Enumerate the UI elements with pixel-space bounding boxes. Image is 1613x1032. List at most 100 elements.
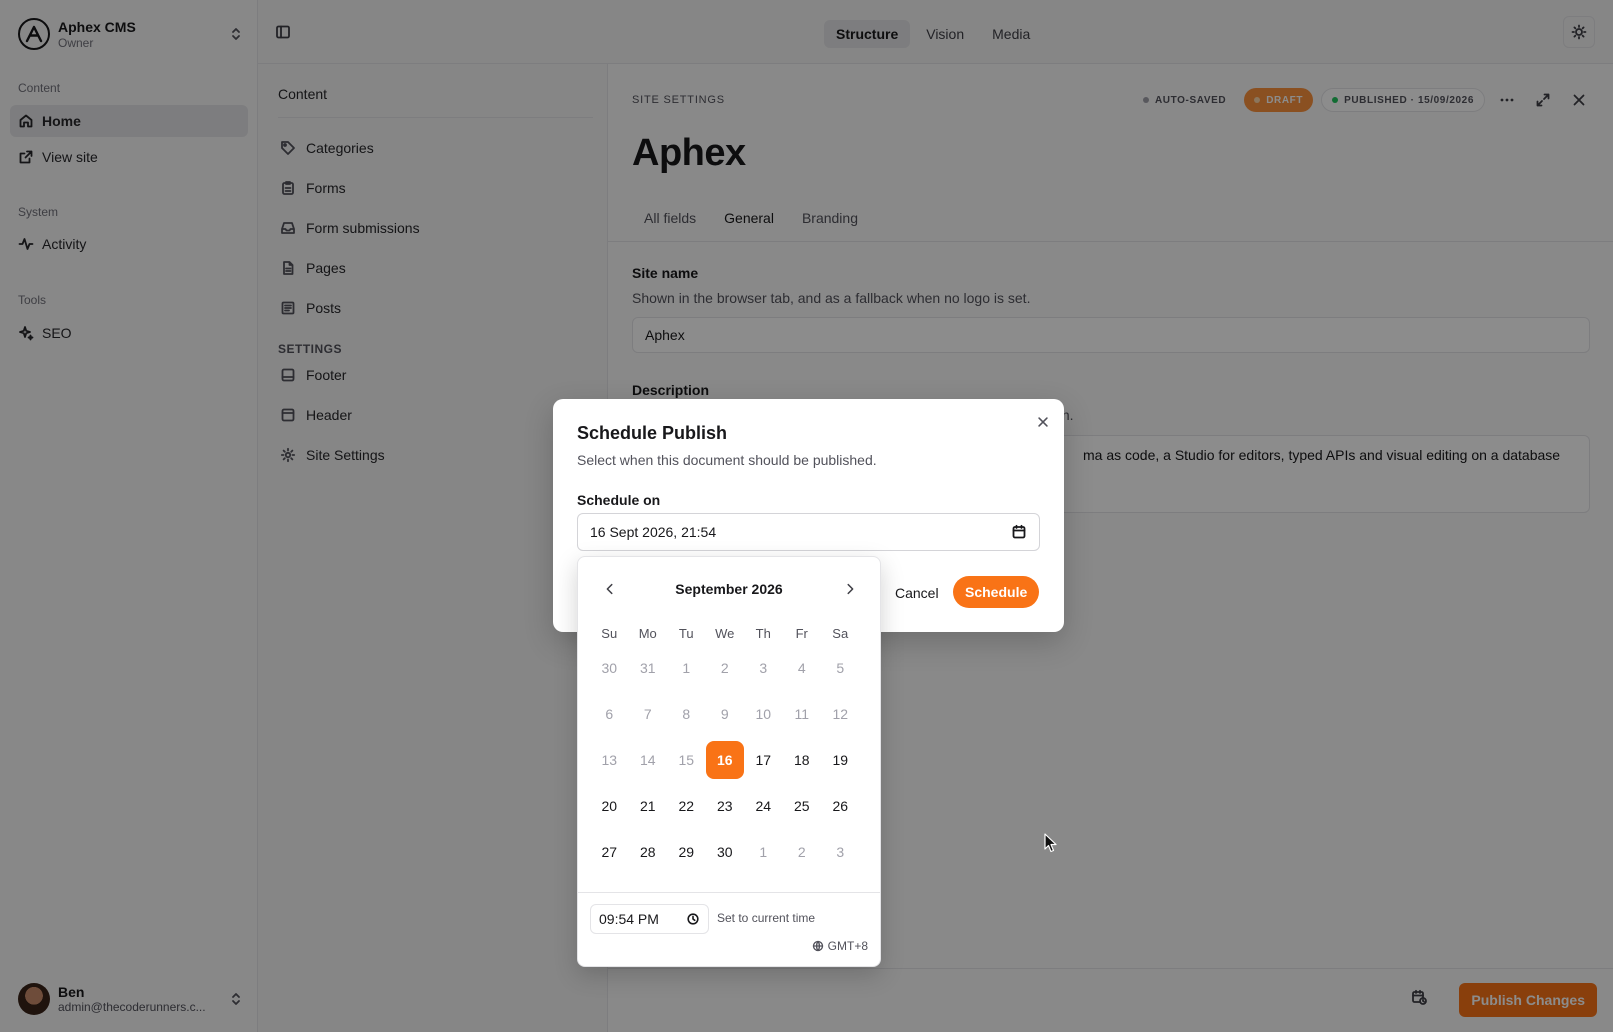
calendar-day: 1	[667, 645, 706, 691]
calendar-grid: Su Mo Tu We Th Fr Sa 30 31 1 2 3 4 5 6 7 8 9 10 11 12 13 14 15 1…	[590, 621, 860, 875]
calendar-day-number: 10	[755, 706, 772, 722]
calendar-day-number: 3	[836, 844, 845, 860]
time-value: 09:54 PM	[599, 911, 659, 927]
calendar-day-number: 1	[682, 660, 691, 676]
dialog-description: Select when this document should be publ…	[577, 452, 877, 468]
calendar-day: 3	[744, 645, 783, 691]
calendar-day-number: 19	[832, 752, 849, 768]
calendar-day-number: 6	[605, 706, 614, 722]
calendar-day[interactable]: 27	[590, 829, 629, 875]
calendar-day-number: 21	[639, 798, 656, 814]
globe-icon	[812, 940, 823, 952]
calendar-day-number: 3	[759, 660, 768, 676]
weekday-header: Th	[755, 625, 771, 641]
weekday-header: Tu	[678, 625, 694, 641]
calendar-day: 12	[821, 691, 860, 737]
weekday-header: Su	[601, 625, 618, 641]
calendar-day[interactable]: 26	[821, 783, 860, 829]
calendar-day-number: 7	[643, 706, 652, 722]
calendar-day[interactable]: 28	[629, 829, 668, 875]
calendar-day[interactable]: 24	[744, 783, 783, 829]
calendar-day-number: 5	[836, 660, 845, 676]
calendar-day-number: 14	[639, 752, 656, 768]
cancel-button[interactable]: Cancel	[885, 577, 949, 609]
calendar-day: 8	[667, 691, 706, 737]
calendar-day-number: 16	[705, 741, 744, 779]
calendar-day: 15	[667, 737, 706, 783]
weekday-header: Mo	[638, 625, 657, 641]
calendar-day-number: 26	[832, 798, 849, 814]
calendar-day[interactable]: 25	[783, 783, 822, 829]
time-input[interactable]: 09:54 PM	[590, 904, 709, 934]
dialog-title: Schedule Publish	[577, 423, 728, 443]
calendar-day: 3	[821, 829, 860, 875]
calendar-day-number: 12	[832, 706, 849, 722]
calendar-day[interactable]: 21	[629, 783, 668, 829]
calendar-day-number: 8	[682, 706, 691, 722]
calendar-day-number: 30	[716, 844, 733, 860]
schedule-datetime-value: 16 Sept 2026, 21:54	[590, 524, 717, 540]
calendar-icon	[1012, 524, 1026, 539]
calendar-day-number: 22	[678, 798, 695, 814]
calendar-day: 5	[821, 645, 860, 691]
calendar-day: 4	[783, 645, 822, 691]
weekday-header: Sa	[832, 625, 849, 641]
calendar-day: 9	[706, 691, 745, 737]
calendar-day: 14	[629, 737, 668, 783]
calendar-day-number: 15	[678, 752, 695, 768]
calendar-day-number: 4	[797, 660, 806, 676]
calendar-day[interactable]: 20	[590, 783, 629, 829]
calendar-day: 11	[783, 691, 822, 737]
divider	[578, 892, 880, 893]
calendar-day-number: 23	[716, 798, 733, 814]
calendar-day-number: 17	[755, 752, 772, 768]
calendar-day-number: 27	[601, 844, 618, 860]
schedule-confirm-button[interactable]: Schedule	[953, 576, 1040, 608]
schedule-datetime-input[interactable]: 16 Sept 2026, 21:54	[577, 513, 1040, 551]
calendar-day-number: 11	[794, 706, 810, 722]
calendar-day-number: 25	[793, 798, 810, 814]
schedule-on-label: Schedule on	[577, 492, 661, 508]
set-current-time-button[interactable]: Set to current time	[717, 911, 815, 925]
calendar-day[interactable]: 30	[706, 829, 745, 875]
weekday-header: Fr	[795, 625, 808, 641]
date-picker-popover: September 2026 Su Mo Tu We Th Fr Sa 30 31 1 2 3 4 5 6 7…	[577, 556, 881, 967]
calendar-day-number: 2	[797, 844, 806, 860]
calendar-day[interactable]: 22	[667, 783, 706, 829]
calendar-day-number: 13	[601, 752, 618, 768]
calendar-day[interactable]: 17	[744, 737, 783, 783]
calendar-day[interactable]: 29	[667, 829, 706, 875]
calendar-day-number: 30	[601, 660, 618, 676]
calendar-day-number: 28	[639, 844, 656, 860]
calendar-day: 10	[744, 691, 783, 737]
calendar-day-number: 29	[678, 844, 695, 860]
calendar-day: 31	[629, 645, 668, 691]
calendar-day-number: 2	[720, 660, 729, 676]
calendar-month-label: September 2026	[675, 581, 783, 597]
calendar-day: 13	[590, 737, 629, 783]
calendar-day: 30	[590, 645, 629, 691]
calendar-day-number: 1	[759, 844, 768, 860]
calendar-day: 6	[590, 691, 629, 737]
next-month-button[interactable]	[838, 577, 862, 601]
calendar-day-number: 18	[793, 752, 810, 768]
calendar-day[interactable]: 19	[821, 737, 860, 783]
calendar-day: 2	[706, 645, 745, 691]
calendar-day-number: 24	[755, 798, 772, 814]
calendar-day[interactable]: 18	[783, 737, 822, 783]
calendar-day-number: 31	[639, 660, 656, 676]
calendar-day: 7	[629, 691, 668, 737]
timezone-label: GMT+8	[827, 939, 868, 953]
calendar-day: 1	[744, 829, 783, 875]
close-icon	[1038, 417, 1048, 427]
chevron-right-icon	[847, 583, 854, 595]
timezone-indicator: GMT+8	[812, 939, 868, 953]
clock-icon	[687, 913, 699, 925]
calendar-day-number: 9	[720, 706, 729, 722]
weekday-header: We	[715, 625, 735, 641]
calendar-day: 2	[783, 829, 822, 875]
calendar-day[interactable]: 23	[706, 783, 745, 829]
calendar-day-selected[interactable]: 16	[705, 737, 744, 783]
calendar-day-number: 20	[601, 798, 618, 814]
dialog-close-button[interactable]	[1036, 415, 1050, 429]
